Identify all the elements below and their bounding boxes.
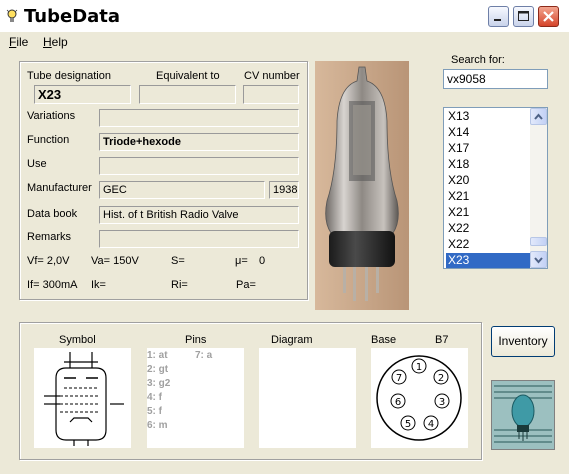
- diagram-label: Diagram: [271, 334, 313, 346]
- tube-image: [315, 61, 409, 310]
- list-item[interactable]: X14: [446, 125, 532, 140]
- manufacturer-field[interactable]: GEC: [99, 181, 265, 199]
- base-pin-4: 4: [428, 419, 434, 430]
- symbol-label: Symbol: [59, 334, 96, 346]
- window-title: TubeData: [24, 6, 121, 27]
- minimize-button[interactable]: [488, 6, 509, 27]
- base-label: Base: [371, 334, 397, 346]
- app-logo: [491, 380, 555, 450]
- scroll-up-button[interactable]: [530, 108, 547, 125]
- pin-5: 5: f: [147, 406, 162, 417]
- pins-label: Pins: [185, 334, 207, 346]
- base-pin-7: 7: [396, 373, 402, 384]
- equivalent-to-field[interactable]: [139, 85, 236, 104]
- pin-3: 3: g2: [147, 378, 171, 389]
- data-book-field[interactable]: Hist. of t British Radio Valve: [99, 206, 299, 224]
- list-scrollbar[interactable]: [530, 108, 547, 268]
- base-pin-6: 6: [395, 397, 401, 408]
- list-item[interactable]: X21: [446, 189, 532, 204]
- manufacturer-label: Manufacturer: [27, 182, 92, 194]
- ri-value: Ri=: [171, 279, 188, 291]
- close-button[interactable]: [538, 6, 559, 27]
- title-bar[interactable]: TubeData: [0, 0, 569, 32]
- va-value: Va= 150V: [91, 255, 139, 267]
- menu-file[interactable]: File: [9, 35, 28, 49]
- data-book-label: Data book: [27, 208, 78, 220]
- list-item[interactable]: X18: [446, 157, 532, 172]
- list-item[interactable]: X17: [446, 141, 532, 156]
- menu-bar: File Help: [0, 32, 569, 52]
- tube-designation-field[interactable]: X23: [34, 85, 131, 104]
- year-field[interactable]: 1938: [269, 181, 299, 199]
- minimize-icon: [494, 19, 501, 21]
- remarks-label: Remarks: [27, 231, 72, 243]
- use-field[interactable]: [99, 157, 299, 175]
- base-pinout-icon: 1 2 3 4 5 6 7: [376, 355, 462, 441]
- search-label: Search for:: [451, 54, 505, 66]
- pin-2: 2: gt: [147, 364, 169, 375]
- variations-field[interactable]: [99, 109, 299, 127]
- remarks-field[interactable]: [99, 230, 299, 248]
- menu-help[interactable]: Help: [43, 35, 68, 49]
- list-item[interactable]: X21: [446, 205, 532, 220]
- base-pin-1: 1: [416, 362, 422, 373]
- diagram-panel: [259, 348, 356, 448]
- function-field[interactable]: Triode+hexode: [99, 133, 299, 151]
- if-value: If= 300mA: [27, 279, 78, 291]
- s-value: S=: [171, 255, 185, 267]
- cv-number-field[interactable]: [243, 85, 299, 104]
- arrow-up-icon: [534, 113, 543, 120]
- tube-list[interactable]: X13 X14 X17 X18 X20 X21 X21 X22 X22 X23: [443, 107, 548, 269]
- mu-value: 0: [259, 255, 266, 267]
- base-panel: 1 2 3 4 5 6 7: [371, 348, 468, 448]
- list-item[interactable]: X13: [446, 109, 532, 124]
- logo-image: [492, 381, 554, 449]
- ik-value: Ik=: [91, 279, 106, 291]
- equivalent-to-label: Equivalent to: [156, 70, 220, 82]
- tube-symbol-icon: [44, 352, 124, 446]
- cv-number-label: CV number: [244, 70, 300, 82]
- mu-label: μ=: [235, 255, 248, 267]
- base-pin-2: 2: [438, 373, 444, 384]
- base-pin-5: 5: [405, 419, 411, 430]
- scroll-down-button[interactable]: [530, 251, 547, 268]
- app-window: TubeData File Help Tube designation Equi…: [0, 0, 569, 474]
- pins-panel: 1: at 2: gt 3: g2 4: f 5: f 6: m 7: a: [147, 348, 244, 448]
- list-item[interactable]: X20: [446, 173, 532, 188]
- list-item[interactable]: X22: [446, 237, 532, 252]
- search-input[interactable]: vx9058: [443, 69, 548, 89]
- variations-label: Variations: [27, 110, 76, 122]
- list-item-selected[interactable]: X23: [446, 253, 532, 268]
- function-label: Function: [27, 134, 70, 146]
- lightbulb-icon: [6, 9, 18, 22]
- pin-4: 4: f: [147, 392, 162, 403]
- pin-6: 6: m: [147, 420, 168, 431]
- maximize-button[interactable]: [513, 6, 534, 27]
- base-type: B7: [435, 334, 449, 346]
- symbol-panel: [34, 348, 131, 448]
- pin-7: 7: a: [195, 350, 213, 361]
- vf-value: Vf= 2,0V: [27, 255, 70, 267]
- arrow-down-icon: [534, 257, 543, 264]
- scroll-thumb[interactable]: [530, 237, 547, 246]
- list-item[interactable]: X22: [446, 221, 532, 236]
- pin-1: 1: at: [147, 350, 168, 361]
- pa-value: Pa=: [236, 279, 256, 291]
- inventory-button[interactable]: Inventory: [491, 326, 555, 357]
- base-pin-3: 3: [439, 397, 445, 408]
- close-icon: [543, 11, 554, 22]
- use-label: Use: [27, 158, 47, 170]
- tube-designation-label: Tube designation: [27, 70, 111, 82]
- tube-photo: [315, 61, 409, 310]
- maximize-icon: [518, 11, 529, 21]
